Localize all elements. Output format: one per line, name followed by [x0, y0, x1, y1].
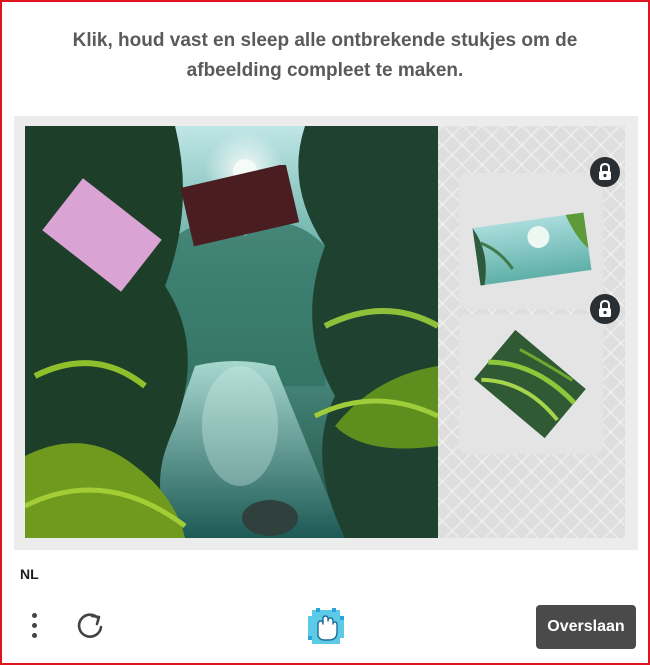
language-selector[interactable]: NL [20, 566, 39, 582]
puzzle-piece-fern[interactable] [470, 324, 590, 442]
lock-icon [590, 157, 620, 187]
puzzle-piece-maroon[interactable] [180, 165, 300, 247]
lock-icon [590, 294, 620, 324]
instruction-text: Klik, houd vast en sleep alle ontbrekend… [72, 30, 578, 81]
puzzle-piece-pink[interactable] [42, 176, 162, 292]
refresh-icon[interactable] [74, 610, 106, 642]
puzzle-piece-moon[interactable] [470, 206, 592, 288]
skip-button[interactable]: Overslaan [536, 605, 636, 649]
hand-logo-icon [304, 606, 348, 648]
more-vertical-icon[interactable] [24, 610, 46, 642]
